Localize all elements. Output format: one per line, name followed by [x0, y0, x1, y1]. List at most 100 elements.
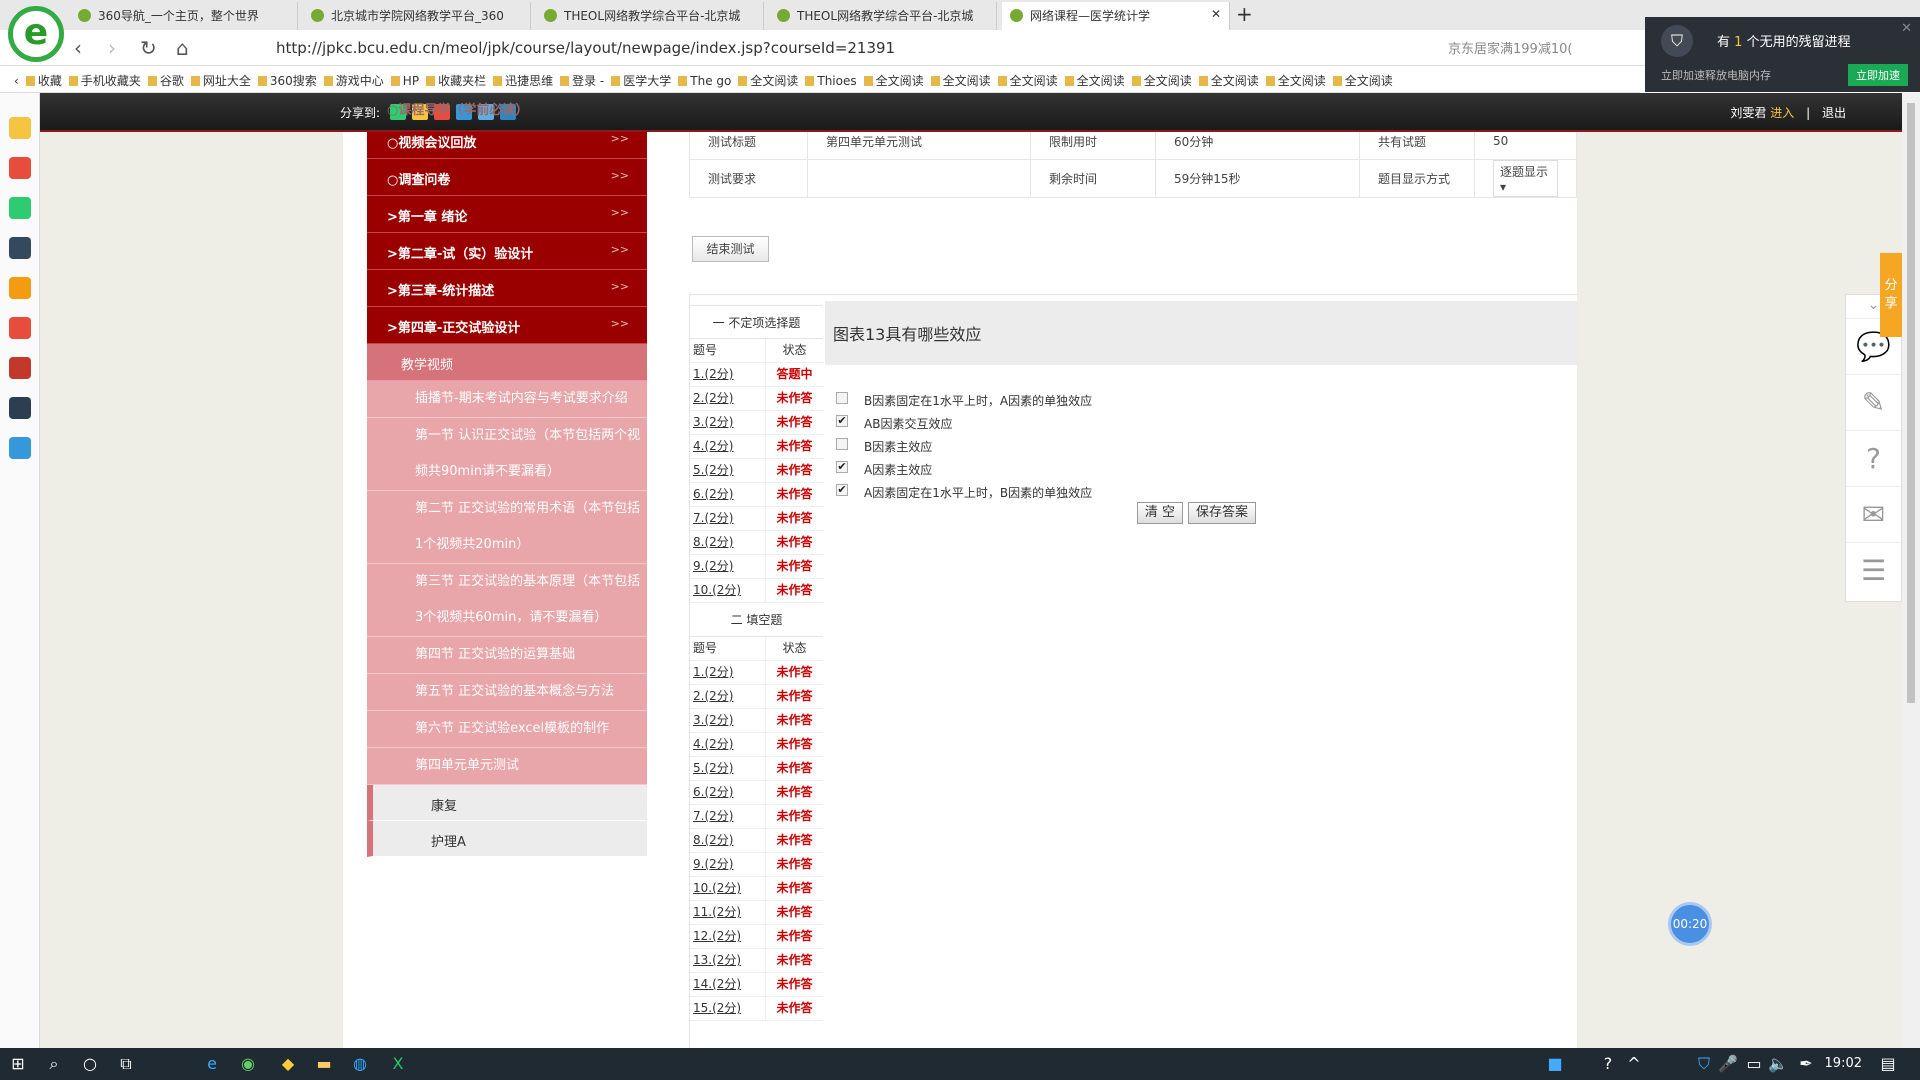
weibo-icon[interactable] [9, 157, 31, 179]
question-link[interactable]: 3.(2分) [690, 709, 766, 732]
question-nav-row[interactable]: 1.(2分) 未作答 [690, 661, 823, 685]
scrollbar[interactable] [1902, 93, 1920, 1048]
folder-icon[interactable]: ▬ [314, 1054, 334, 1074]
close-icon[interactable]: ✕ [1901, 21, 1912, 36]
bookmark-item[interactable]: HP [391, 74, 419, 88]
question-link[interactable]: 1.(2分) [690, 661, 766, 684]
bookmark-item[interactable]: 全文阅读 [738, 72, 798, 89]
question-link[interactable]: 1.(2分) [690, 363, 766, 386]
question-link[interactable]: 5.(2分) [690, 757, 766, 780]
bookmark-item[interactable]: 全文阅读 [1333, 72, 1393, 89]
edit-icon[interactable]: ✎ [1846, 375, 1901, 431]
question-nav-row[interactable]: 10.(2分) 未作答 [690, 877, 823, 901]
question-link[interactable]: 9.(2分) [690, 555, 766, 578]
url-input[interactable]: http://jpkc.bcu.edu.cn/meol/jpk/course/l… [276, 39, 895, 57]
browser-tab[interactable]: 北京城市学院网络教学平台_360 [303, 2, 531, 30]
app-taskbar-icon[interactable]: ◉ [238, 1054, 258, 1074]
display-mode-select[interactable]: 逐题显示 ▾ [1493, 160, 1558, 197]
battery-icon[interactable]: ▭ [1744, 1054, 1764, 1074]
question-nav-row[interactable]: 12.(2分) 未作答 [690, 925, 823, 949]
menu-leaf[interactable]: 康复 [367, 785, 647, 821]
question-nav-row[interactable]: 6.(2分) 未作答 [690, 483, 823, 507]
question-link[interactable]: 5.(2分) [690, 459, 766, 482]
menu-section[interactable]: 第五节 正交试验的基本概念与方法 [367, 674, 647, 711]
browser-tab[interactable]: THEOL网络教学综合平台-北京城 [769, 2, 997, 30]
question-nav-row[interactable]: 14.(2分) 未作答 [690, 973, 823, 997]
app-icon[interactable] [9, 397, 31, 419]
question-link[interactable]: 13.(2分) [690, 949, 766, 972]
shop-icon[interactable] [9, 317, 31, 339]
answer-option[interactable]: ✔ A因素固定在1水平上时，B因素的单独效应 [836, 484, 1092, 501]
bookmark-item[interactable]: 登录 - [560, 72, 604, 89]
menu-chapter[interactable]: >第一章 绪论 >> [367, 196, 647, 233]
browser-tab[interactable]: 网络课程—医学统计学 ✕ [1002, 2, 1230, 30]
checkbox[interactable] [836, 392, 848, 404]
question-nav-row[interactable]: 13.(2分) 未作答 [690, 949, 823, 973]
question-nav-row[interactable]: 11.(2分) 未作答 [690, 901, 823, 925]
bookmark-item[interactable]: 全文阅读 [864, 72, 924, 89]
favorites-icon[interactable] [9, 117, 31, 139]
bookmark-item[interactable]: 谷歌 [148, 72, 184, 89]
question-nav-row[interactable]: 9.(2分) 未作答 [690, 555, 823, 579]
bookmark-item[interactable]: 游戏中心 [324, 72, 384, 89]
speedup-button[interactable]: 立即加速 [1848, 64, 1908, 86]
question-nav-row[interactable]: 8.(2分) 未作答 [690, 531, 823, 555]
reload-icon[interactable]: ↻ [140, 36, 157, 60]
question-link[interactable]: 15.(2分) [690, 997, 766, 1020]
qq-icon[interactable]: ■ [1545, 1054, 1565, 1074]
bookmark-item[interactable]: 全文阅读 [998, 72, 1058, 89]
chevron-up-icon[interactable]: ^ [1624, 1054, 1644, 1074]
checkbox[interactable]: ✔ [836, 484, 848, 496]
mic-icon[interactable]: 🎤 [1718, 1054, 1738, 1074]
question-nav-row[interactable]: 4.(2分) 未作答 [690, 733, 823, 757]
question-link[interactable]: 3.(2分) [690, 411, 766, 434]
excel-icon[interactable]: X [388, 1054, 408, 1074]
back-icon[interactable]: ‹ [74, 36, 82, 60]
task-view-icon[interactable]: ⧉ [116, 1054, 136, 1074]
question-link[interactable]: 9.(2分) [690, 853, 766, 876]
menu-chapter[interactable]: ○调查问卷 >> [367, 159, 647, 196]
news-icon[interactable] [9, 237, 31, 259]
question-nav-row[interactable]: 7.(2分) 未作答 [690, 805, 823, 829]
question-link[interactable]: 10.(2分) [690, 579, 766, 602]
menu-section[interactable]: 插播节-期末考试内容与考试要求介绍 [367, 381, 647, 418]
checkbox[interactable]: ✔ [836, 461, 848, 473]
close-tab-icon[interactable]: ✕ [1211, 7, 1221, 21]
question-link[interactable]: 10.(2分) [690, 877, 766, 900]
answer-option[interactable]: B因素固定在1水平上时，A因素的单独效应 [836, 392, 1092, 409]
question-link[interactable]: 8.(2分) [690, 829, 766, 852]
logout-link[interactable]: 退出 [1822, 106, 1846, 120]
menu-chapter[interactable]: >第三章-统计描述 >> [367, 270, 647, 307]
bookmark-item[interactable]: 全文阅读 [931, 72, 991, 89]
new-tab-icon[interactable]: + [1236, 2, 1253, 26]
bookmark-item[interactable]: 全文阅读 [1266, 72, 1326, 89]
start-icon[interactable]: ⊞ [8, 1054, 28, 1074]
question-link[interactable]: 12.(2分) [690, 925, 766, 948]
browser-logo[interactable]: e [8, 6, 64, 62]
scrollbar-thumb[interactable] [1907, 103, 1915, 703]
security-tray-icon[interactable]: ⛉ [1694, 1054, 1714, 1074]
game-icon[interactable] [9, 357, 31, 379]
home-icon[interactable]: ⌂ [176, 36, 189, 60]
p-icon[interactable] [9, 437, 31, 459]
checkbox[interactable] [836, 438, 848, 450]
question-link[interactable]: 4.(2分) [690, 435, 766, 458]
question-link[interactable]: 4.(2分) [690, 733, 766, 756]
question-nav-row[interactable]: 15.(2分) 未作答 [690, 997, 823, 1021]
enter-link[interactable]: 进入 [1770, 106, 1794, 120]
question-nav-row[interactable]: 2.(2分) 未作答 [690, 685, 823, 709]
cortana-icon[interactable]: ○ [80, 1054, 100, 1074]
menu-section[interactable]: 第一节 认识正交试验（本节包括两个视频共90min请不要漏看） [367, 418, 647, 491]
bookmark-item[interactable]: 360搜索 [258, 72, 317, 89]
answer-option[interactable]: ✔ AB因素交互效应 [836, 415, 952, 432]
answer-option[interactable]: B因素主效应 [836, 438, 932, 455]
menu-section[interactable]: 第三节 正交试验的基本原理（本节包括3个视频共60min，请不要漏看） [367, 564, 647, 637]
bookmark-item[interactable]: 迅捷思维 [493, 72, 553, 89]
end-test-button[interactable]: 结束测试 [692, 236, 769, 262]
bookmark-item[interactable]: 全文阅读 [1199, 72, 1259, 89]
question-link[interactable]: 6.(2分) [690, 781, 766, 804]
bookmark-item[interactable]: 全文阅读 [1132, 72, 1192, 89]
mail-icon[interactable]: ✉ [1846, 487, 1901, 543]
bookmark-item[interactable]: Thioes [805, 74, 856, 88]
menu-section[interactable]: 第六节 正交试验excel模板的制作 [367, 711, 647, 748]
